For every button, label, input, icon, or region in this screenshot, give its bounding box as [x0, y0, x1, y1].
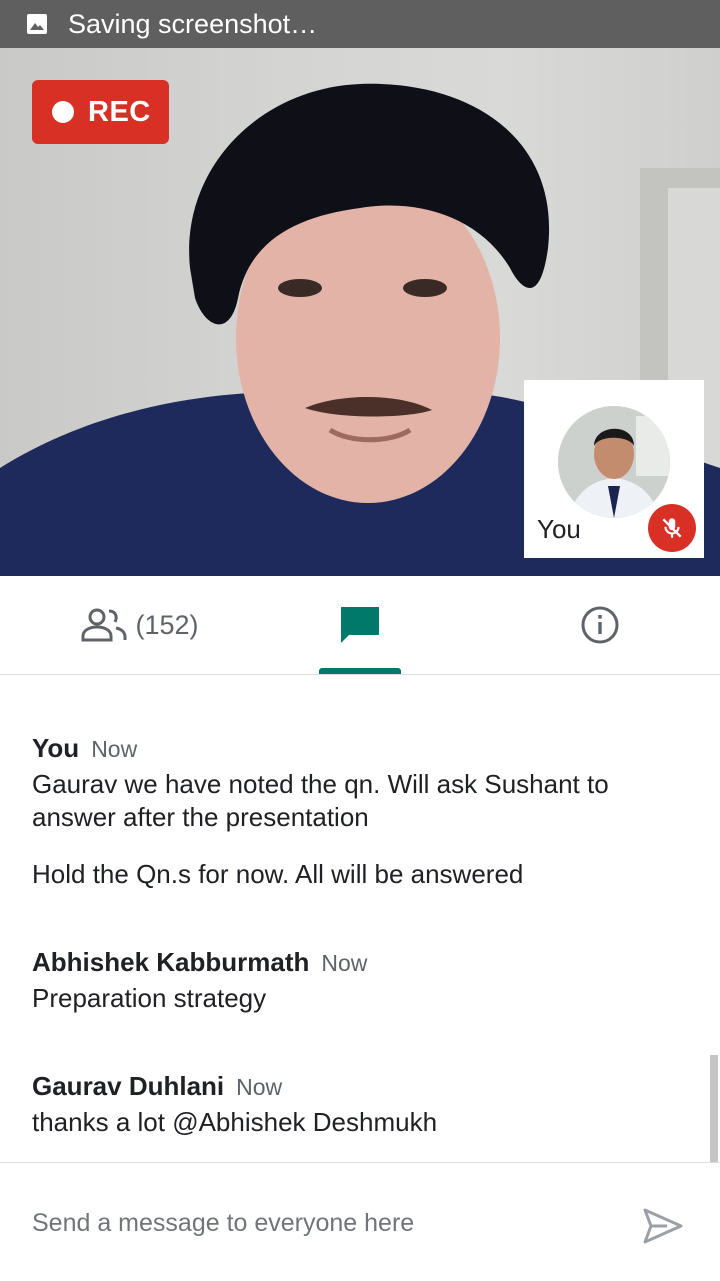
status-bar: Saving screenshot… [0, 0, 720, 48]
chat-scrollbar[interactable] [710, 1055, 718, 1162]
message-text: Hold the Qn.s for now. All will be answe… [32, 859, 524, 889]
avatar [558, 406, 670, 518]
record-dot-icon [52, 101, 74, 123]
message-time: Now [91, 736, 138, 762]
main-video[interactable]: REC You [0, 48, 720, 576]
meeting-tabs: (152) [0, 576, 720, 675]
people-icon [81, 608, 127, 642]
message-sender: You [32, 733, 80, 763]
self-view-label: You [537, 514, 581, 544]
info-icon [581, 606, 619, 644]
message-text: thanks a lot @Abhishek Deshmukh [32, 1107, 438, 1137]
message-time: Now [236, 1074, 283, 1100]
chat-message-list[interactable]: You Now Gaurav we have noted the qn. Will… [0, 675, 720, 1162]
message-text: Preparation strategy [32, 983, 267, 1013]
message-sender: Gaurav Duhlani [32, 1071, 225, 1101]
mic-off-icon [662, 518, 682, 538]
tab-info[interactable] [550, 576, 650, 674]
message-composer [0, 1162, 720, 1281]
chat-icon [341, 607, 379, 643]
self-view-tile[interactable]: You [524, 380, 704, 558]
message-sender: Abhishek Kabburmath [32, 947, 310, 977]
tab-participants[interactable]: (152) [40, 576, 240, 674]
message-header: Gaurav Duhlani Now [32, 1071, 692, 1102]
send-button[interactable] [638, 1203, 688, 1249]
message-header: You Now [32, 733, 692, 764]
tab-chat[interactable] [300, 576, 420, 674]
message-group: You Now Gaurav we have noted the qn. Will… [32, 733, 692, 891]
avatar-image [558, 406, 670, 518]
recording-badge: REC [32, 80, 169, 144]
message-text: Gaurav we have noted the qn. Will ask Su… [32, 769, 609, 832]
send-icon [643, 1208, 683, 1244]
message-group: Abhishek Kabburmath Now Preparation strat… [32, 947, 692, 1015]
message-header: Abhishek Kabburmath Now [32, 947, 692, 978]
image-icon [27, 14, 47, 34]
message-input[interactable] [32, 1203, 612, 1243]
active-tab-indicator [319, 668, 401, 674]
message-group: Gaurav Duhlani Now thanks a lot @Abhishek… [32, 1071, 692, 1139]
mic-off-button[interactable] [648, 504, 696, 552]
participants-count: (152) [135, 609, 199, 640]
recording-label: REC [88, 95, 151, 128]
message-time: Now [321, 950, 368, 976]
status-text: Saving screenshot… [68, 8, 318, 39]
